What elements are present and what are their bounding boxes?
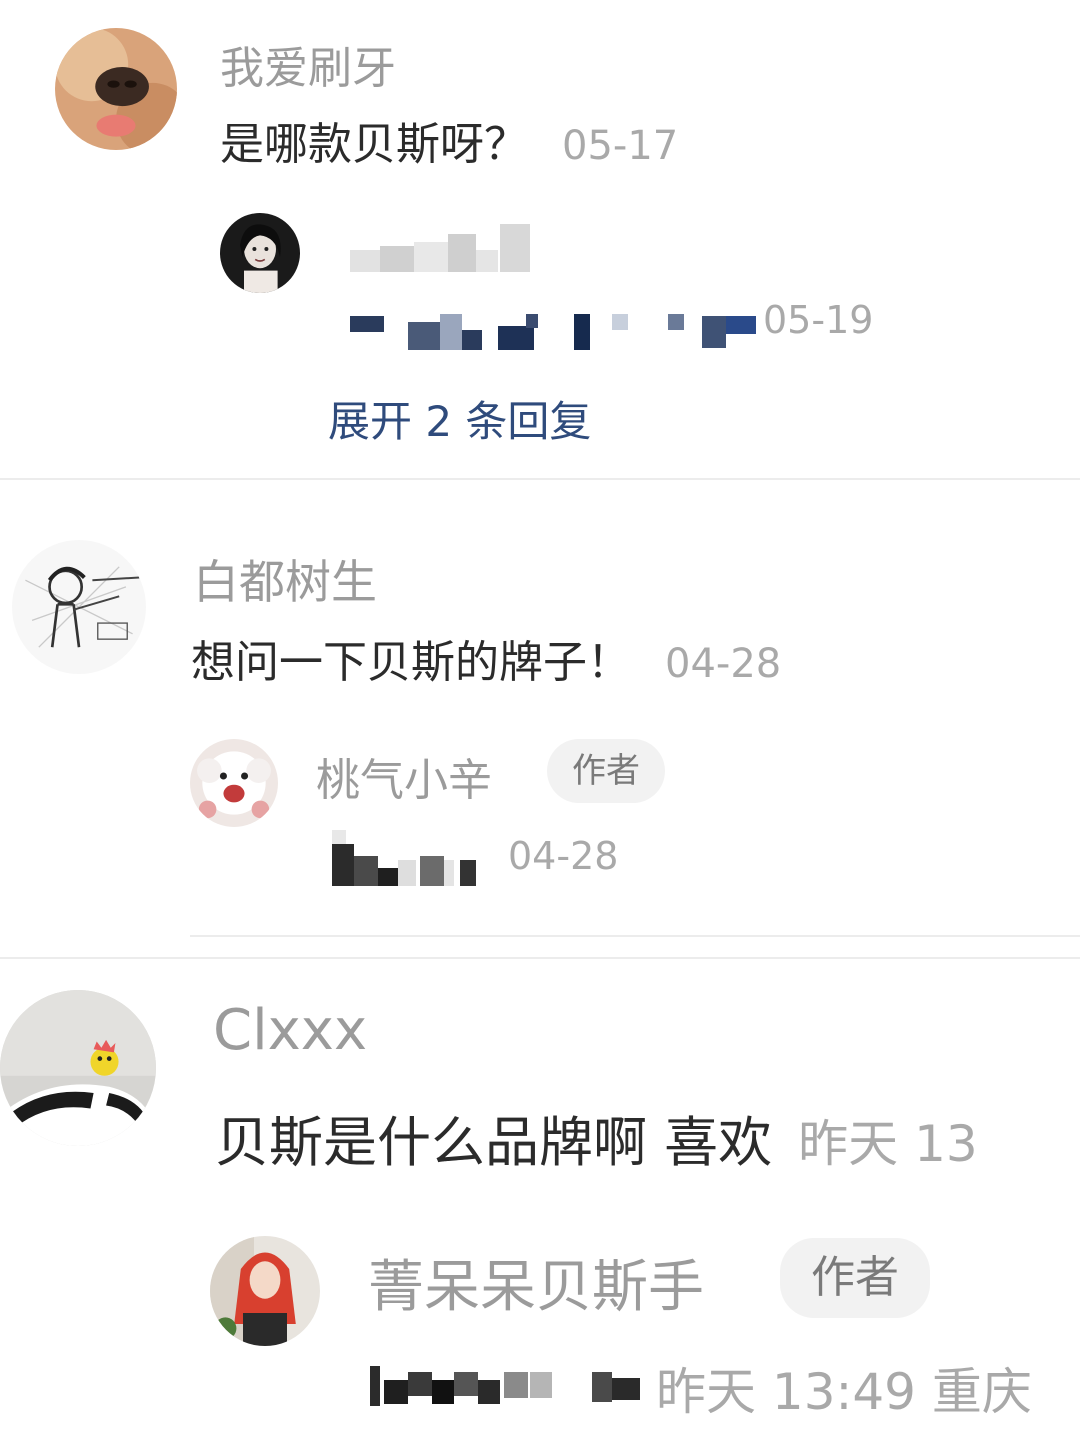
comment-username[interactable]: 我爱刷牙 [220, 32, 396, 96]
thread-divider [0, 957, 1080, 959]
reply-avatar-woman-portrait[interactable] [220, 213, 300, 293]
expand-replies-link[interactable]: 展开 2 条回复 [328, 388, 591, 449]
comment-text-body: 贝斯是什么品牌啊 喜欢 [215, 1111, 773, 1174]
comment-time: 04-28 [665, 641, 782, 687]
reply-time: 05-19 [763, 298, 874, 342]
reply-time: 昨天 13:49 重庆 [656, 1363, 1032, 1421]
woman-portrait-icon [220, 213, 300, 293]
thread-divider [0, 478, 1080, 480]
reply-avatar-red-hair-girl[interactable] [210, 1236, 320, 1346]
reply-divider [190, 935, 1080, 937]
author-badge: 作者 [780, 1238, 930, 1318]
red-hair-girl-icon [210, 1236, 320, 1346]
comment-text-body: 想问一下贝斯的牌子！ [191, 637, 631, 688]
dog-nose-icon [55, 28, 177, 150]
comment-time: 05-17 [562, 123, 679, 169]
sketch-girl-icon [12, 540, 146, 674]
comment-username[interactable]: Clxxx [213, 998, 367, 1063]
avatar-dog-nose[interactable] [55, 28, 177, 150]
comment-text[interactable]: 是哪款贝斯呀？ 05-17 [220, 108, 678, 172]
reply-username[interactable]: 菁呆呆贝斯手 [368, 1242, 704, 1323]
avatar-toy-figure[interactable] [0, 990, 156, 1146]
reply-username[interactable]: 桃气小辛 [316, 744, 492, 808]
white-puppy-icon [190, 739, 278, 827]
redacted-reply-text [332, 830, 502, 886]
comment-text[interactable]: 想问一下贝斯的牌子！ 04-28 [191, 626, 781, 690]
comment-time: 昨天 13 [798, 1115, 978, 1173]
toy-figure-icon [0, 990, 156, 1146]
redacted-reply-text [370, 1350, 650, 1410]
reply-time: 04-28 [508, 834, 619, 878]
comment-username[interactable]: 白都树生 [193, 546, 377, 612]
reply-avatar-white-puppy[interactable] [190, 739, 278, 827]
author-badge: 作者 [547, 739, 665, 803]
avatar-sketch-girl[interactable] [12, 540, 146, 674]
comment-text[interactable]: 贝斯是什么品牌啊 喜欢 昨天 13 [215, 1098, 978, 1177]
redacted-reply-text [350, 308, 760, 352]
comment-text-body: 是哪款贝斯呀？ [220, 119, 528, 170]
redacted-reply-username [350, 220, 540, 280]
